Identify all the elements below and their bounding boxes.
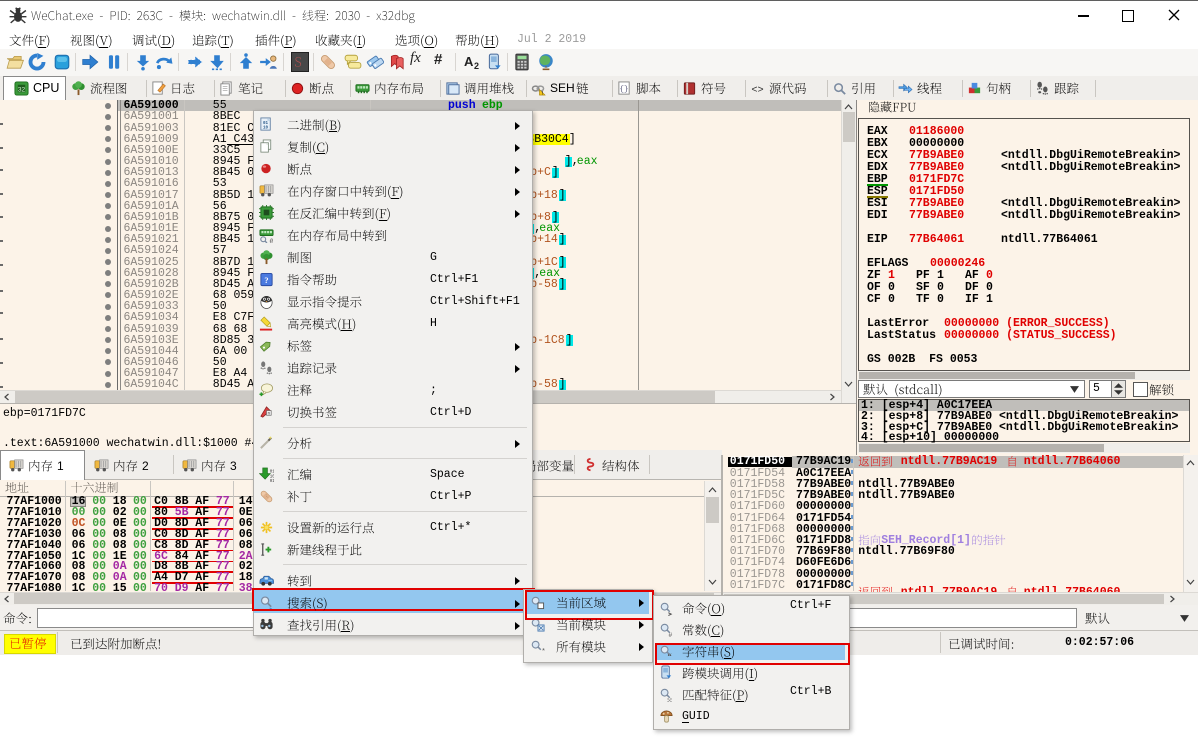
svg-text:01: 01 (270, 479, 274, 482)
svg-text:?: ? (264, 274, 268, 284)
svg-text:#: # (668, 632, 672, 637)
svg-text:*: * (541, 649, 545, 654)
svg-text:{}: {} (620, 85, 629, 93)
svg-text:@: @ (270, 237, 274, 242)
svg-text:32: 32 (18, 86, 26, 93)
svg-text:<>: <> (751, 84, 763, 96)
svg-text:10: 10 (263, 125, 269, 130)
